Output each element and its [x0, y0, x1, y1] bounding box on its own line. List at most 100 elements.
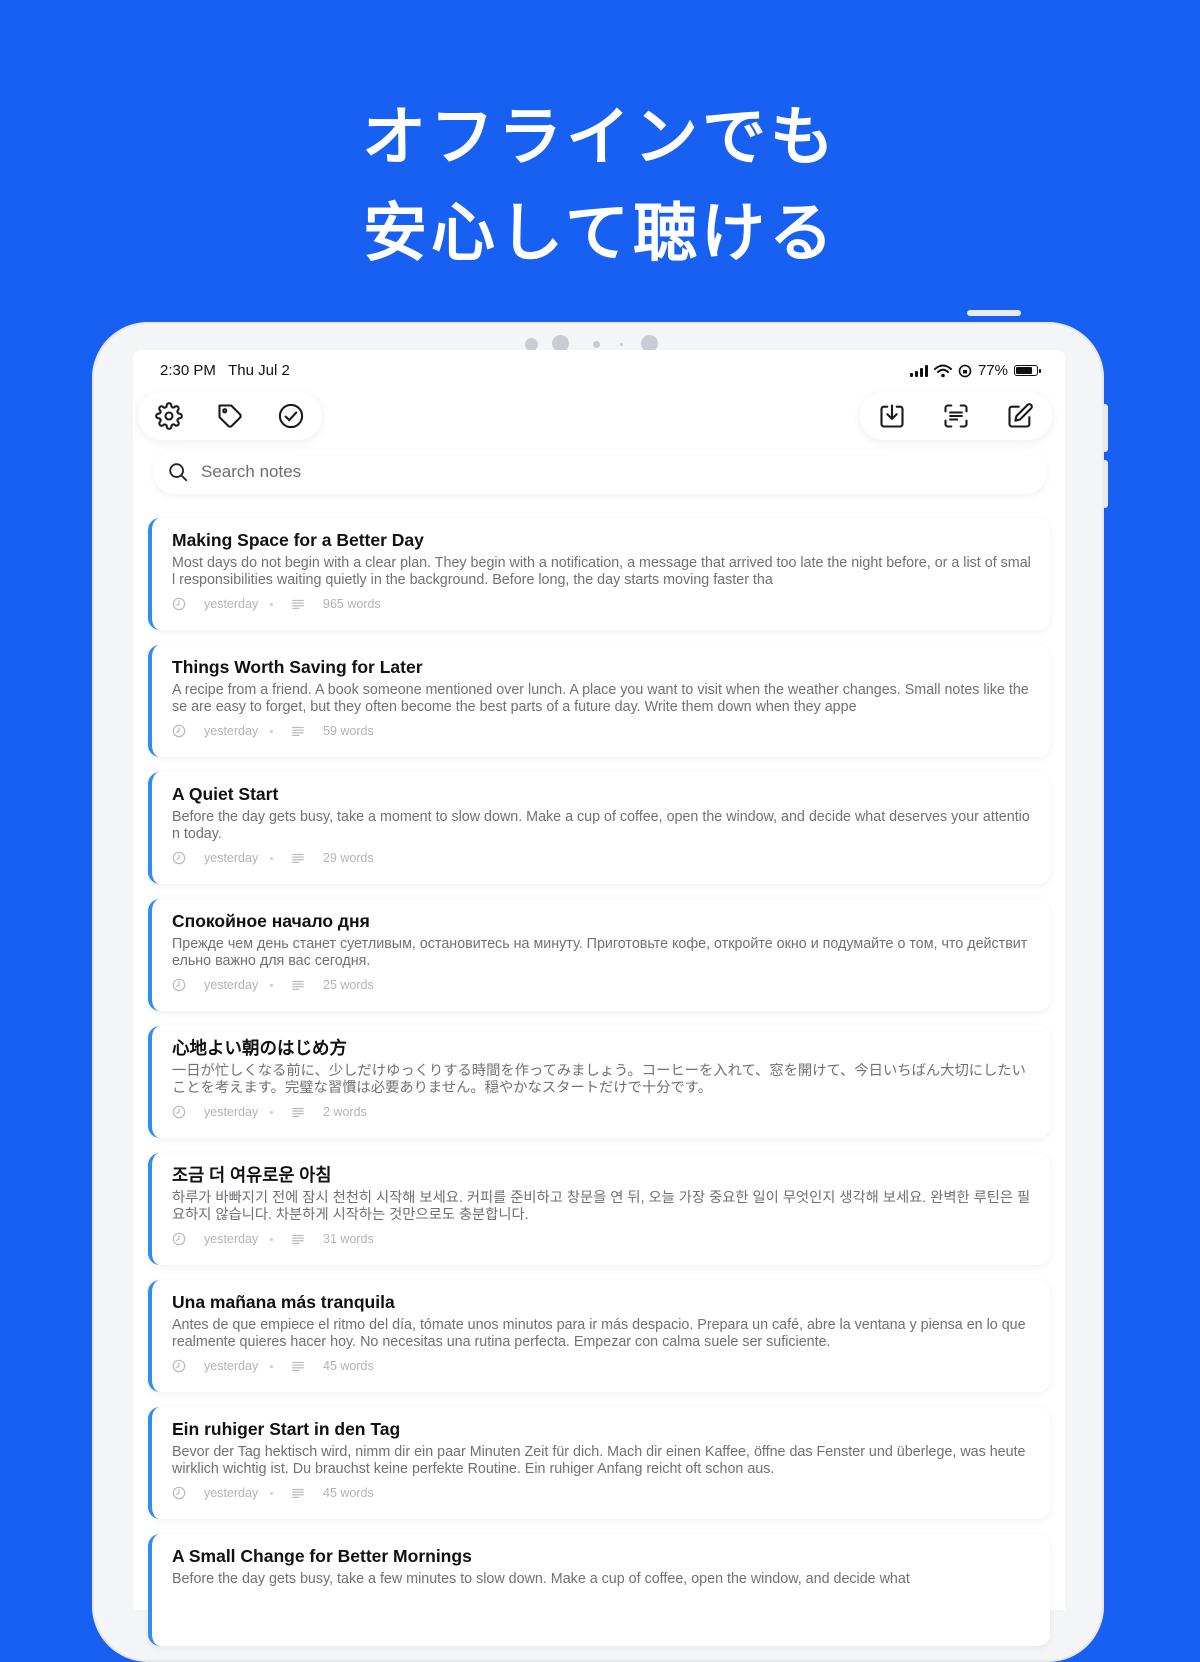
text-lines-icon	[292, 853, 304, 863]
checkmark-circle-icon	[279, 403, 304, 429]
note-preview: Before the day gets busy, take a moment …	[172, 809, 1030, 842]
text-lines-icon	[292, 980, 304, 990]
note-date: yesterday	[204, 1486, 259, 1500]
note-title: A Quiet Start	[172, 784, 279, 804]
note-preview: A recipe from a friend. A book someone m…	[172, 682, 1029, 715]
note-meta: yesterday 25 words	[172, 978, 1032, 992]
top-button	[967, 310, 1021, 316]
note-word-count: 45 words	[323, 1359, 374, 1373]
note-meta: yesterday 59 words	[172, 724, 1032, 738]
text-lines-icon	[292, 599, 304, 609]
note-title: A Small Change for Better Mornings	[172, 1546, 472, 1566]
note-title: Una mañana más tranquila	[172, 1292, 395, 1312]
note-card[interactable]: Ein ruhiger Start in den Tag Bevor der Ta…	[148, 1407, 1050, 1519]
note-card[interactable]: 心地よい朝のはじめ方一日が忙しくなる前に、少しだけゆっくりする時間を作ってみまし…	[148, 1026, 1050, 1138]
note-date: yesterday	[204, 1359, 259, 1373]
note-meta: yesterday 45 words	[172, 1486, 1032, 1500]
compose-button[interactable]	[988, 392, 1052, 440]
note-meta: yesterday 31 words	[172, 1232, 1032, 1246]
clock-icon	[172, 724, 186, 738]
text-lines-icon	[292, 1488, 304, 1498]
note-preview: Antes de que empiece el ritmo del día, t…	[172, 1317, 1026, 1350]
note-title: 心地よい朝のはじめ方	[172, 1038, 347, 1058]
meta-separator	[270, 1491, 273, 1495]
note-word-count: 965 words	[323, 597, 381, 611]
note-title: Спокойное начало дня	[172, 911, 370, 931]
meta-separator	[270, 983, 273, 987]
clock-icon	[172, 1359, 186, 1373]
toolbar-left	[138, 392, 322, 440]
note-word-count: 25 words	[323, 978, 374, 992]
select-button[interactable]	[261, 392, 322, 440]
notes-list: Making Space for a Better Day Most days d…	[148, 518, 1050, 1661]
battery-icon	[1014, 365, 1041, 376]
note-meta: yesterday 965 words	[172, 597, 1032, 611]
note-title: Making Space for a Better Day	[172, 530, 424, 550]
note-date: yesterday	[204, 1105, 259, 1119]
meta-separator	[270, 1237, 273, 1241]
status-bar-right: 77%	[909, 362, 1041, 379]
clock-icon	[172, 1486, 186, 1500]
note-preview: Прежде чем день станет суетливым, остано…	[172, 936, 1028, 969]
note-card[interactable]: A Quiet Start Before the day gets busy, t…	[148, 772, 1050, 884]
note-card[interactable]: Una mañana más tranquila Antes de que emp…	[148, 1280, 1050, 1392]
cellular-signal-icon	[909, 364, 928, 377]
download-icon	[880, 404, 904, 428]
import-button[interactable]	[860, 392, 924, 440]
note-preview: 하루가 바빠지기 전에 잠시 천천히 시작해 보세요. 커피를 준비하고 창문을…	[172, 1190, 1031, 1223]
clock-icon	[172, 597, 186, 611]
search-bar[interactable]	[153, 450, 1047, 494]
headline-line-1: オフラインでも	[362, 101, 838, 175]
meta-separator	[270, 602, 273, 606]
search-input[interactable]	[199, 461, 1023, 483]
compose-icon	[1008, 403, 1033, 428]
note-preview: 一日が忙しくなる前に、少しだけゆっくりする時間を作ってみましょう。コーヒーを入れ…	[172, 1063, 1026, 1096]
meta-separator	[270, 1364, 273, 1368]
note-date: yesterday	[204, 597, 259, 611]
note-meta: yesterday 45 words	[172, 1359, 1032, 1373]
note-word-count: 59 words	[323, 724, 374, 738]
meta-separator	[270, 729, 273, 733]
note-word-count: 45 words	[323, 1486, 374, 1500]
text-lines-icon	[292, 1361, 304, 1371]
search-icon	[169, 463, 188, 482]
meta-separator	[270, 856, 273, 860]
note-date: yesterday	[204, 1232, 259, 1246]
text-lines-icon	[292, 1234, 304, 1244]
volume-up-button	[1102, 404, 1108, 452]
note-card[interactable]: Making Space for a Better Day Most days d…	[148, 518, 1050, 630]
status-time: 2:30 PM	[160, 362, 216, 379]
clock-icon	[172, 1105, 186, 1119]
note-meta: yesterday 29 words	[172, 851, 1032, 865]
note-word-count: 2 words	[323, 1105, 367, 1119]
tag-icon	[218, 404, 242, 428]
clock-icon	[172, 978, 186, 992]
note-preview: Most days do not begin with a clear plan…	[172, 555, 1031, 588]
note-card[interactable]: Спокойное начало дня Прежде чем день стан…	[148, 899, 1050, 1011]
note-word-count: 29 words	[323, 851, 374, 865]
note-meta: yesterday 2 words	[172, 1105, 1032, 1119]
status-bar-left: 2:30 PM Thu Jul 2	[160, 362, 290, 379]
battery-percent: 77%	[977, 362, 1008, 379]
status-date: Thu Jul 2	[228, 362, 290, 379]
text-lines-icon	[292, 726, 304, 736]
note-card[interactable]: A Small Change for Better Mornings Before…	[148, 1534, 1050, 1646]
note-card[interactable]: 조금 더 여유로운 아침 하루가 바빠지기 전에 잠시 천천히 시작해 보세요. …	[148, 1153, 1050, 1265]
note-date: yesterday	[204, 851, 259, 865]
scan-text-button[interactable]	[924, 392, 988, 440]
note-preview: Bevor der Tag hektisch wird, nimm dir ei…	[172, 1444, 1026, 1477]
wifi-icon	[933, 364, 952, 377]
note-title: Things Worth Saving for Later	[172, 657, 423, 677]
tags-button[interactable]	[199, 392, 260, 440]
camera-sensor	[593, 341, 600, 348]
headline-line-2: 安心して聴ける	[362, 197, 838, 271]
clock-icon	[172, 1232, 186, 1246]
promo-headline: オフラインでも 安心して聴ける	[0, 90, 1200, 282]
note-card[interactable]: Things Worth Saving for Later A recipe fr…	[148, 645, 1050, 757]
text-lines-icon	[292, 1107, 304, 1117]
settings-button[interactable]	[138, 392, 199, 440]
note-title: Ein ruhiger Start in den Tag	[172, 1419, 401, 1439]
note-date: yesterday	[204, 724, 259, 738]
settings-icon	[154, 402, 183, 430]
camera-sensor	[620, 343, 623, 346]
